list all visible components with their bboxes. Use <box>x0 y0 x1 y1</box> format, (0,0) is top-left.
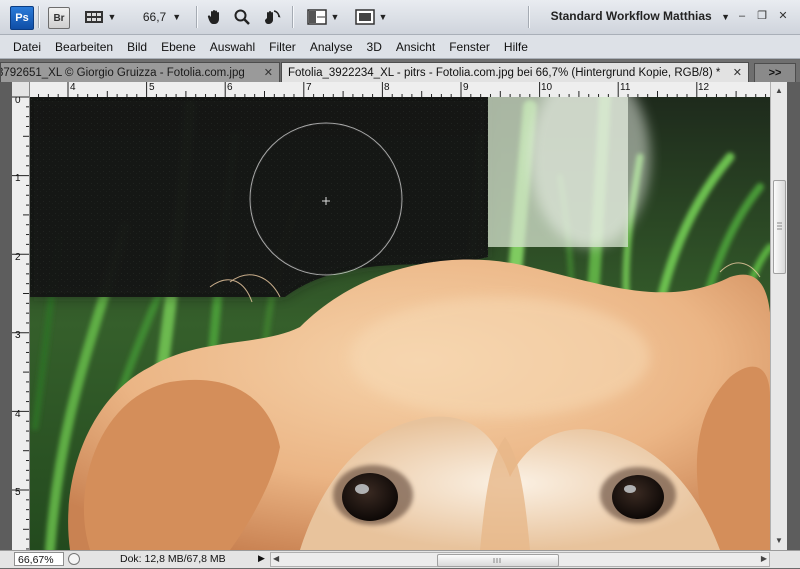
scroll-left-icon[interactable]: ◀ <box>273 554 279 563</box>
horizontal-scrollbar[interactable]: ◀ ▶ <box>270 552 770 567</box>
document-tab-bar: 3792651_XL © Giorgio Gruizza - Fotolia.c… <box>0 60 800 83</box>
rotate-hand-icon <box>265 10 281 24</box>
workspace-name: Standard Workflow Matthias <box>550 9 712 23</box>
screen-mode-icon <box>354 9 375 25</box>
menu-filter[interactable]: Filter <box>262 35 303 59</box>
ruler-ticks <box>38 82 767 97</box>
minimize-button[interactable]: – <box>734 9 750 23</box>
separator <box>196 6 197 28</box>
ruler-label: 9 <box>463 82 469 93</box>
menu-auswahl[interactable]: Auswahl <box>203 35 262 59</box>
ruler-label: 5 <box>149 82 155 93</box>
scroll-down-icon[interactable]: ▼ <box>771 536 787 545</box>
hand-tool-button[interactable] <box>204 6 226 28</box>
close-tab-icon[interactable]: ✕ <box>256 66 273 79</box>
ruler-label: 1 <box>15 173 21 184</box>
photoshop-logo: Ps <box>10 6 34 30</box>
horizontal-scroll-thumb[interactable] <box>437 554 559 567</box>
menu-bar: Datei Bearbeiten Bild Ebene Auswahl Filt… <box>0 35 800 59</box>
menu-ansicht[interactable]: Ansicht <box>389 35 442 59</box>
ruler-label: 11 <box>620 82 631 93</box>
zoom-level-value: 66,7 <box>142 10 167 24</box>
ruler-label: 0 <box>15 97 21 106</box>
grip-icon <box>777 222 782 230</box>
horizontal-ruler[interactable]: 4 5 6 7 8 9 10 11 12 <box>30 82 770 98</box>
chevron-down-icon: ▼ <box>378 12 388 22</box>
ruler-label: 10 <box>541 82 553 93</box>
grip-icon <box>493 558 501 563</box>
menu-ebene[interactable]: Ebene <box>154 35 203 59</box>
separator <box>292 6 293 28</box>
status-bar: 66,67% Dok: 12,8 MB/67,8 MB ▶ ◀ ▶ <box>0 550 800 568</box>
vertical-ruler[interactable]: 0 1 2 3 4 5 <box>12 97 30 550</box>
separator <box>528 6 529 28</box>
scroll-up-icon[interactable]: ▲ <box>771 86 787 95</box>
application-bar: Ps Br ▼ 66,7 ▼ ▼ ▼ Standard Workflow Mat… <box>0 0 800 35</box>
menu-bearbeiten[interactable]: Bearbeiten <box>48 35 120 59</box>
magnifier-icon <box>234 9 250 25</box>
zoom-tool-button[interactable] <box>231 6 253 28</box>
menu-datei[interactable]: Datei <box>6 35 48 59</box>
ruler-label: 3 <box>15 330 21 341</box>
layout-grid-icon <box>306 9 327 25</box>
menu-analyse[interactable]: Analyse <box>303 35 360 59</box>
menu-hilfe[interactable]: Hilfe <box>497 35 535 59</box>
tab-overflow-button[interactable]: >> <box>754 63 796 83</box>
film-grid-icon <box>84 11 103 23</box>
chevron-down-icon: ▼ <box>330 12 340 22</box>
document-canvas[interactable] <box>30 97 770 550</box>
status-info-icon[interactable] <box>68 553 80 565</box>
zoom-percentage-field[interactable]: 66,67% <box>14 552 64 566</box>
scroll-right-icon[interactable]: ▶ <box>761 554 767 563</box>
ruler-label: 4 <box>70 82 76 93</box>
close-button[interactable]: ✕ <box>775 9 791 23</box>
ruler-label: 4 <box>15 409 21 420</box>
bridge-button[interactable]: Br <box>48 7 70 29</box>
arrange-documents-button[interactable]: ▼ <box>304 6 342 28</box>
rotate-view-button[interactable] <box>259 6 283 28</box>
ruler-label: 6 <box>227 82 233 93</box>
ruler-label: 7 <box>306 82 312 93</box>
close-tab-icon[interactable]: ✕ <box>725 66 742 79</box>
ruler-label: 12 <box>698 82 710 93</box>
document-tab-active[interactable]: Fotolia_3922234_XL - pitrs - Fotolia.com… <box>281 62 749 82</box>
vertical-scroll-thumb[interactable] <box>773 180 786 274</box>
dog-photo <box>30 97 770 550</box>
chevron-down-icon: ▼ <box>721 12 730 22</box>
menu-bild[interactable]: Bild <box>120 35 154 59</box>
document-tab-label: 3792651_XL © Giorgio Gruizza - Fotolia.c… <box>0 66 245 79</box>
ruler-label: 2 <box>15 252 21 263</box>
left-panel-edge <box>0 82 12 550</box>
menu-3d[interactable]: 3D <box>360 35 389 59</box>
separator <box>38 6 39 28</box>
ruler-ticks <box>12 97 29 550</box>
chevron-down-icon: ▼ <box>172 12 182 22</box>
zoom-level-dropdown[interactable]: 66,7 ▼ <box>140 6 184 28</box>
status-menu-arrow-icon[interactable]: ▶ <box>258 553 265 564</box>
restore-button[interactable]: ❐ <box>754 9 770 23</box>
right-panel-edge <box>787 82 800 550</box>
menu-fenster[interactable]: Fenster <box>442 35 497 59</box>
workspace-switcher[interactable]: Standard Workflow Matthias ▼ <box>551 9 730 23</box>
ruler-label: 5 <box>15 487 21 498</box>
vertical-scrollbar[interactable]: ▲ ▼ <box>770 82 787 550</box>
ruler-origin[interactable] <box>12 82 30 97</box>
screen-mode-button[interactable]: ▼ <box>352 6 390 28</box>
view-extras-button[interactable]: ▼ <box>82 6 118 28</box>
document-tab-label: Fotolia_3922234_XL - pitrs - Fotolia.com… <box>288 66 721 79</box>
chevron-down-icon: ▼ <box>107 12 117 22</box>
document-size-info: Dok: 12,8 MB/67,8 MB <box>120 553 226 565</box>
ruler-label: 8 <box>384 82 390 93</box>
document-tab-inactive[interactable]: 3792651_XL © Giorgio Gruizza - Fotolia.c… <box>0 62 280 82</box>
hand-icon <box>207 10 219 24</box>
